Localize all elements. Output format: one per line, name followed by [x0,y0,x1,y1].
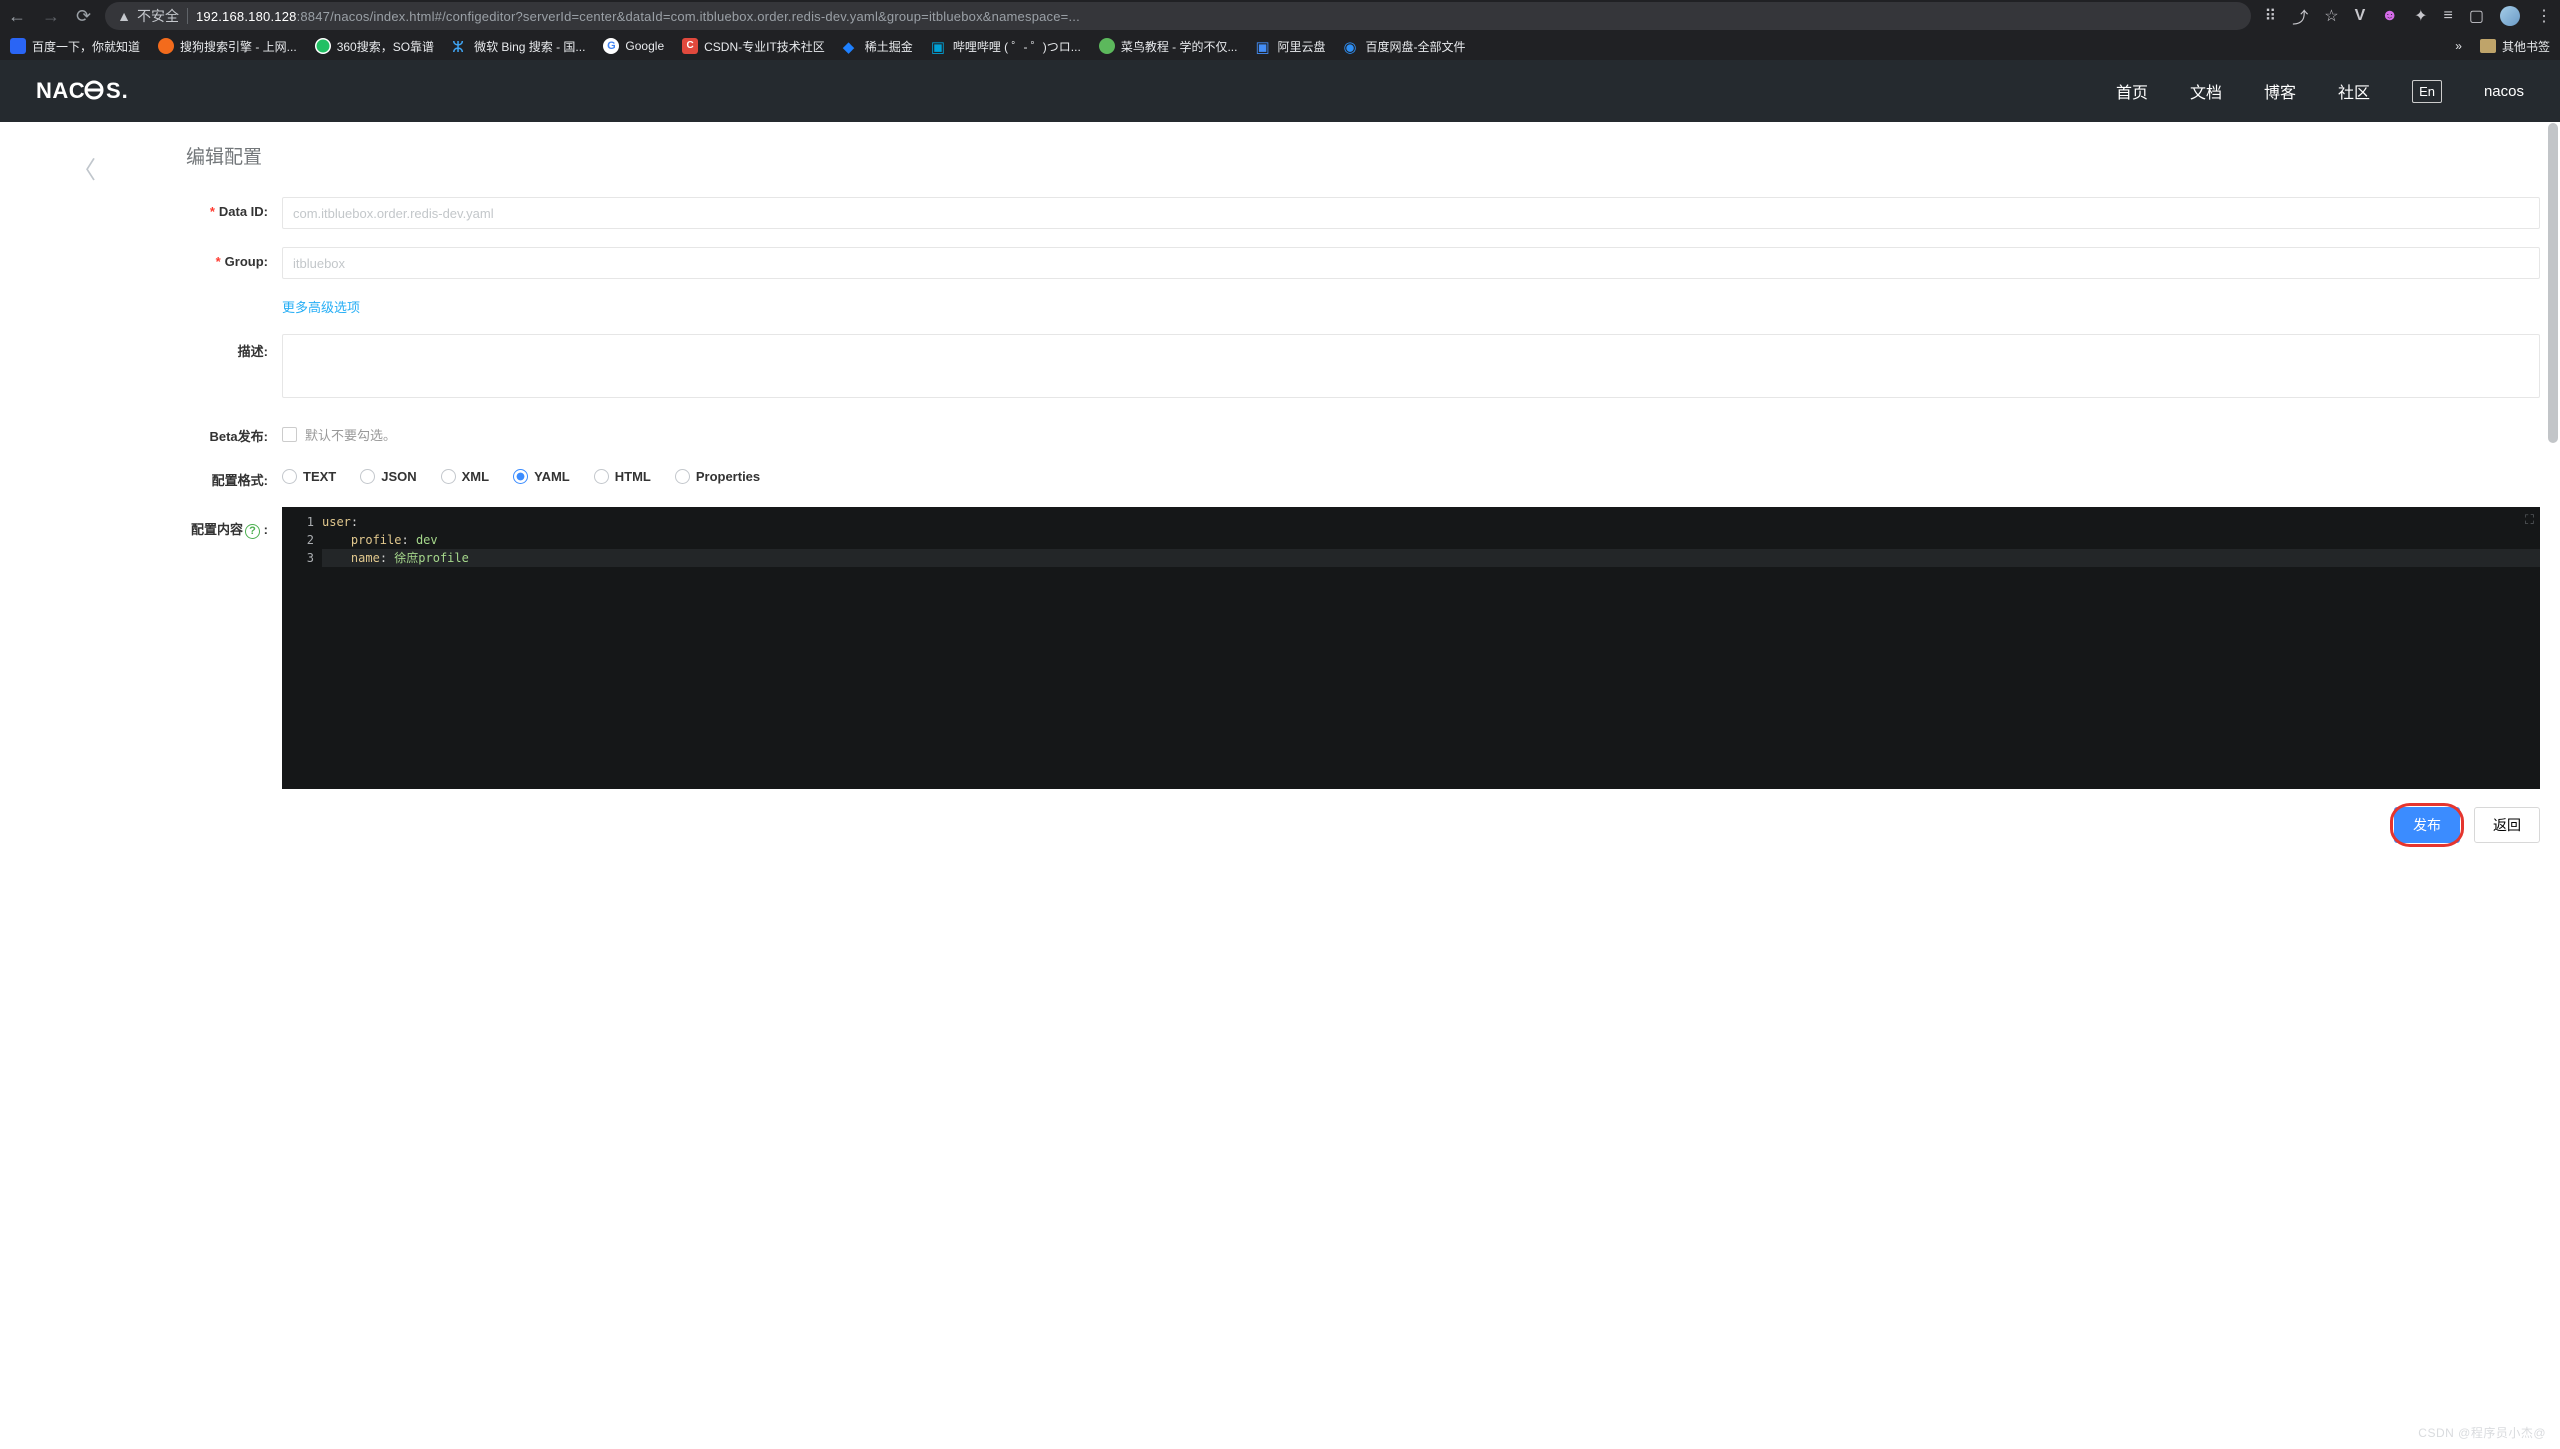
back-button[interactable]: 返回 [2474,807,2540,843]
nav-back-icon[interactable]: ← [8,6,26,27]
svg-text:S.: S. [106,78,129,103]
nav-blog[interactable]: 博客 [2264,79,2296,103]
bookmark-google[interactable]: GGoogle [603,38,664,54]
url-host: 192.168.180.128 [196,9,297,24]
group-input[interactable] [282,247,2540,279]
nav-reload-icon[interactable]: ⟳ [76,6,91,27]
extensions-icon[interactable]: ✦ [2414,6,2427,26]
radio-html[interactable]: HTML [594,469,651,484]
publish-button[interactable]: 发布 [2394,807,2460,843]
nav-community[interactable]: 社区 [2338,79,2370,103]
bookmark-csdn[interactable]: CCSDN-专业IT技术社区 [682,38,825,55]
format-radios: TEXT JSON XML YAML HTML Properties [282,463,2540,484]
nacos-logo[interactable]: NAC S. [36,76,136,106]
window-icon[interactable]: ▢ [2469,6,2484,26]
radio-text[interactable]: TEXT [282,469,336,484]
bookmark-runoob[interactable]: 菜鸟教程 - 学的不仅... [1099,38,1238,55]
bookmark-baidupan[interactable]: ◉百度网盘-全部文件 [1344,38,1466,55]
svg-text:NAC: NAC [36,78,85,103]
url-rest: :8847/nacos/index.html#/configeditor?ser… [297,9,1080,24]
page-scrollbar[interactable] [2546,123,2560,1449]
nav-forward-icon: → [42,6,60,27]
nacos-header: NAC S. 首页 文档 博客 社区 En nacos [0,60,2560,122]
editor-gutter: 1 2 3 [282,507,322,789]
label-data-id: *Data ID: [186,197,268,219]
code-editor[interactable]: 1 2 3 user: profile: dev name: 徐庶profile… [282,507,2540,789]
desc-textarea[interactable] [282,334,2540,398]
bookmark-aliyun[interactable]: ▣阿里云盘 [1255,38,1325,55]
translate-icon[interactable]: ⠿ [2265,6,2277,26]
label-content: 配置内容? : [186,507,268,789]
data-id-input[interactable] [282,197,2540,229]
label-group: *Group: [186,247,268,269]
label-format: 配置格式: [186,463,268,489]
bookmark-juejin[interactable]: ◆稀土掘金 [843,38,913,55]
bookmark-360[interactable]: 360搜索，SO靠谱 [315,38,434,55]
bookmarks-overflow-icon[interactable]: » [2455,39,2462,53]
page-title: 编辑配置 [186,142,2540,169]
nav-docs[interactable]: 文档 [2190,79,2222,103]
beta-hint: 默认不要勾选。 [305,425,396,444]
address-bar[interactable]: ▲ 不安全 192.168.180.128:8847/nacos/index.ht… [105,2,2250,30]
current-user[interactable]: nacos [2484,83,2524,100]
advanced-toggle[interactable]: 更多高级选项 [282,300,360,315]
radio-xml[interactable]: XML [441,469,489,484]
user-avatar-icon[interactable] [2500,6,2520,26]
browser-chrome: ← → ⟳ ▲ 不安全 192.168.180.128:8847/nacos/in… [0,0,2560,60]
radio-properties[interactable]: Properties [675,469,760,484]
beta-checkbox[interactable] [282,427,297,442]
bookmark-bili[interactable]: ▣哔哩哔哩 ( ゜- ゜)つロ... [931,38,1081,55]
editor-corner-icon[interactable]: ⛶ [2525,513,2534,528]
help-icon[interactable]: ? [245,524,260,539]
menu-icon[interactable]: ⋮ [2536,6,2552,26]
lang-switch[interactable]: En [2412,80,2442,103]
watermark: CSDN @程序员小杰@ [2418,1424,2546,1441]
label-beta: Beta发布: [186,419,268,445]
bookmarks-bar: 百度一下，你就知道 搜狗搜索引擎 - 上网... 360搜索，SO靠谱 ⵣ微软 … [0,32,2560,60]
security-label: 不安全 [137,6,179,26]
bookmark-bing[interactable]: ⵣ微软 Bing 搜索 - 国... [452,38,585,55]
radio-yaml[interactable]: YAML [513,469,570,484]
star-icon[interactable]: ☆ [2324,6,2338,26]
bookmark-sogou[interactable]: 搜狗搜索引擎 - 上网... [158,38,297,55]
warning-icon: ▲ [117,8,131,24]
label-desc: 描述: [186,334,268,360]
v-icon[interactable]: V [2355,7,2366,25]
share-icon[interactable]: ⤴ [2292,4,2308,28]
radio-json[interactable]: JSON [360,469,416,484]
other-bookmarks[interactable]: 其他书签 [2480,38,2550,55]
list-icon[interactable]: ≡ [2444,7,2453,25]
bookmark-baidu[interactable]: 百度一下，你就知道 [10,38,140,55]
face-icon[interactable]: ☻ [2381,7,2398,25]
back-chevron-icon[interactable]: 〈 [72,157,96,184]
nav-home[interactable]: 首页 [2116,79,2148,103]
